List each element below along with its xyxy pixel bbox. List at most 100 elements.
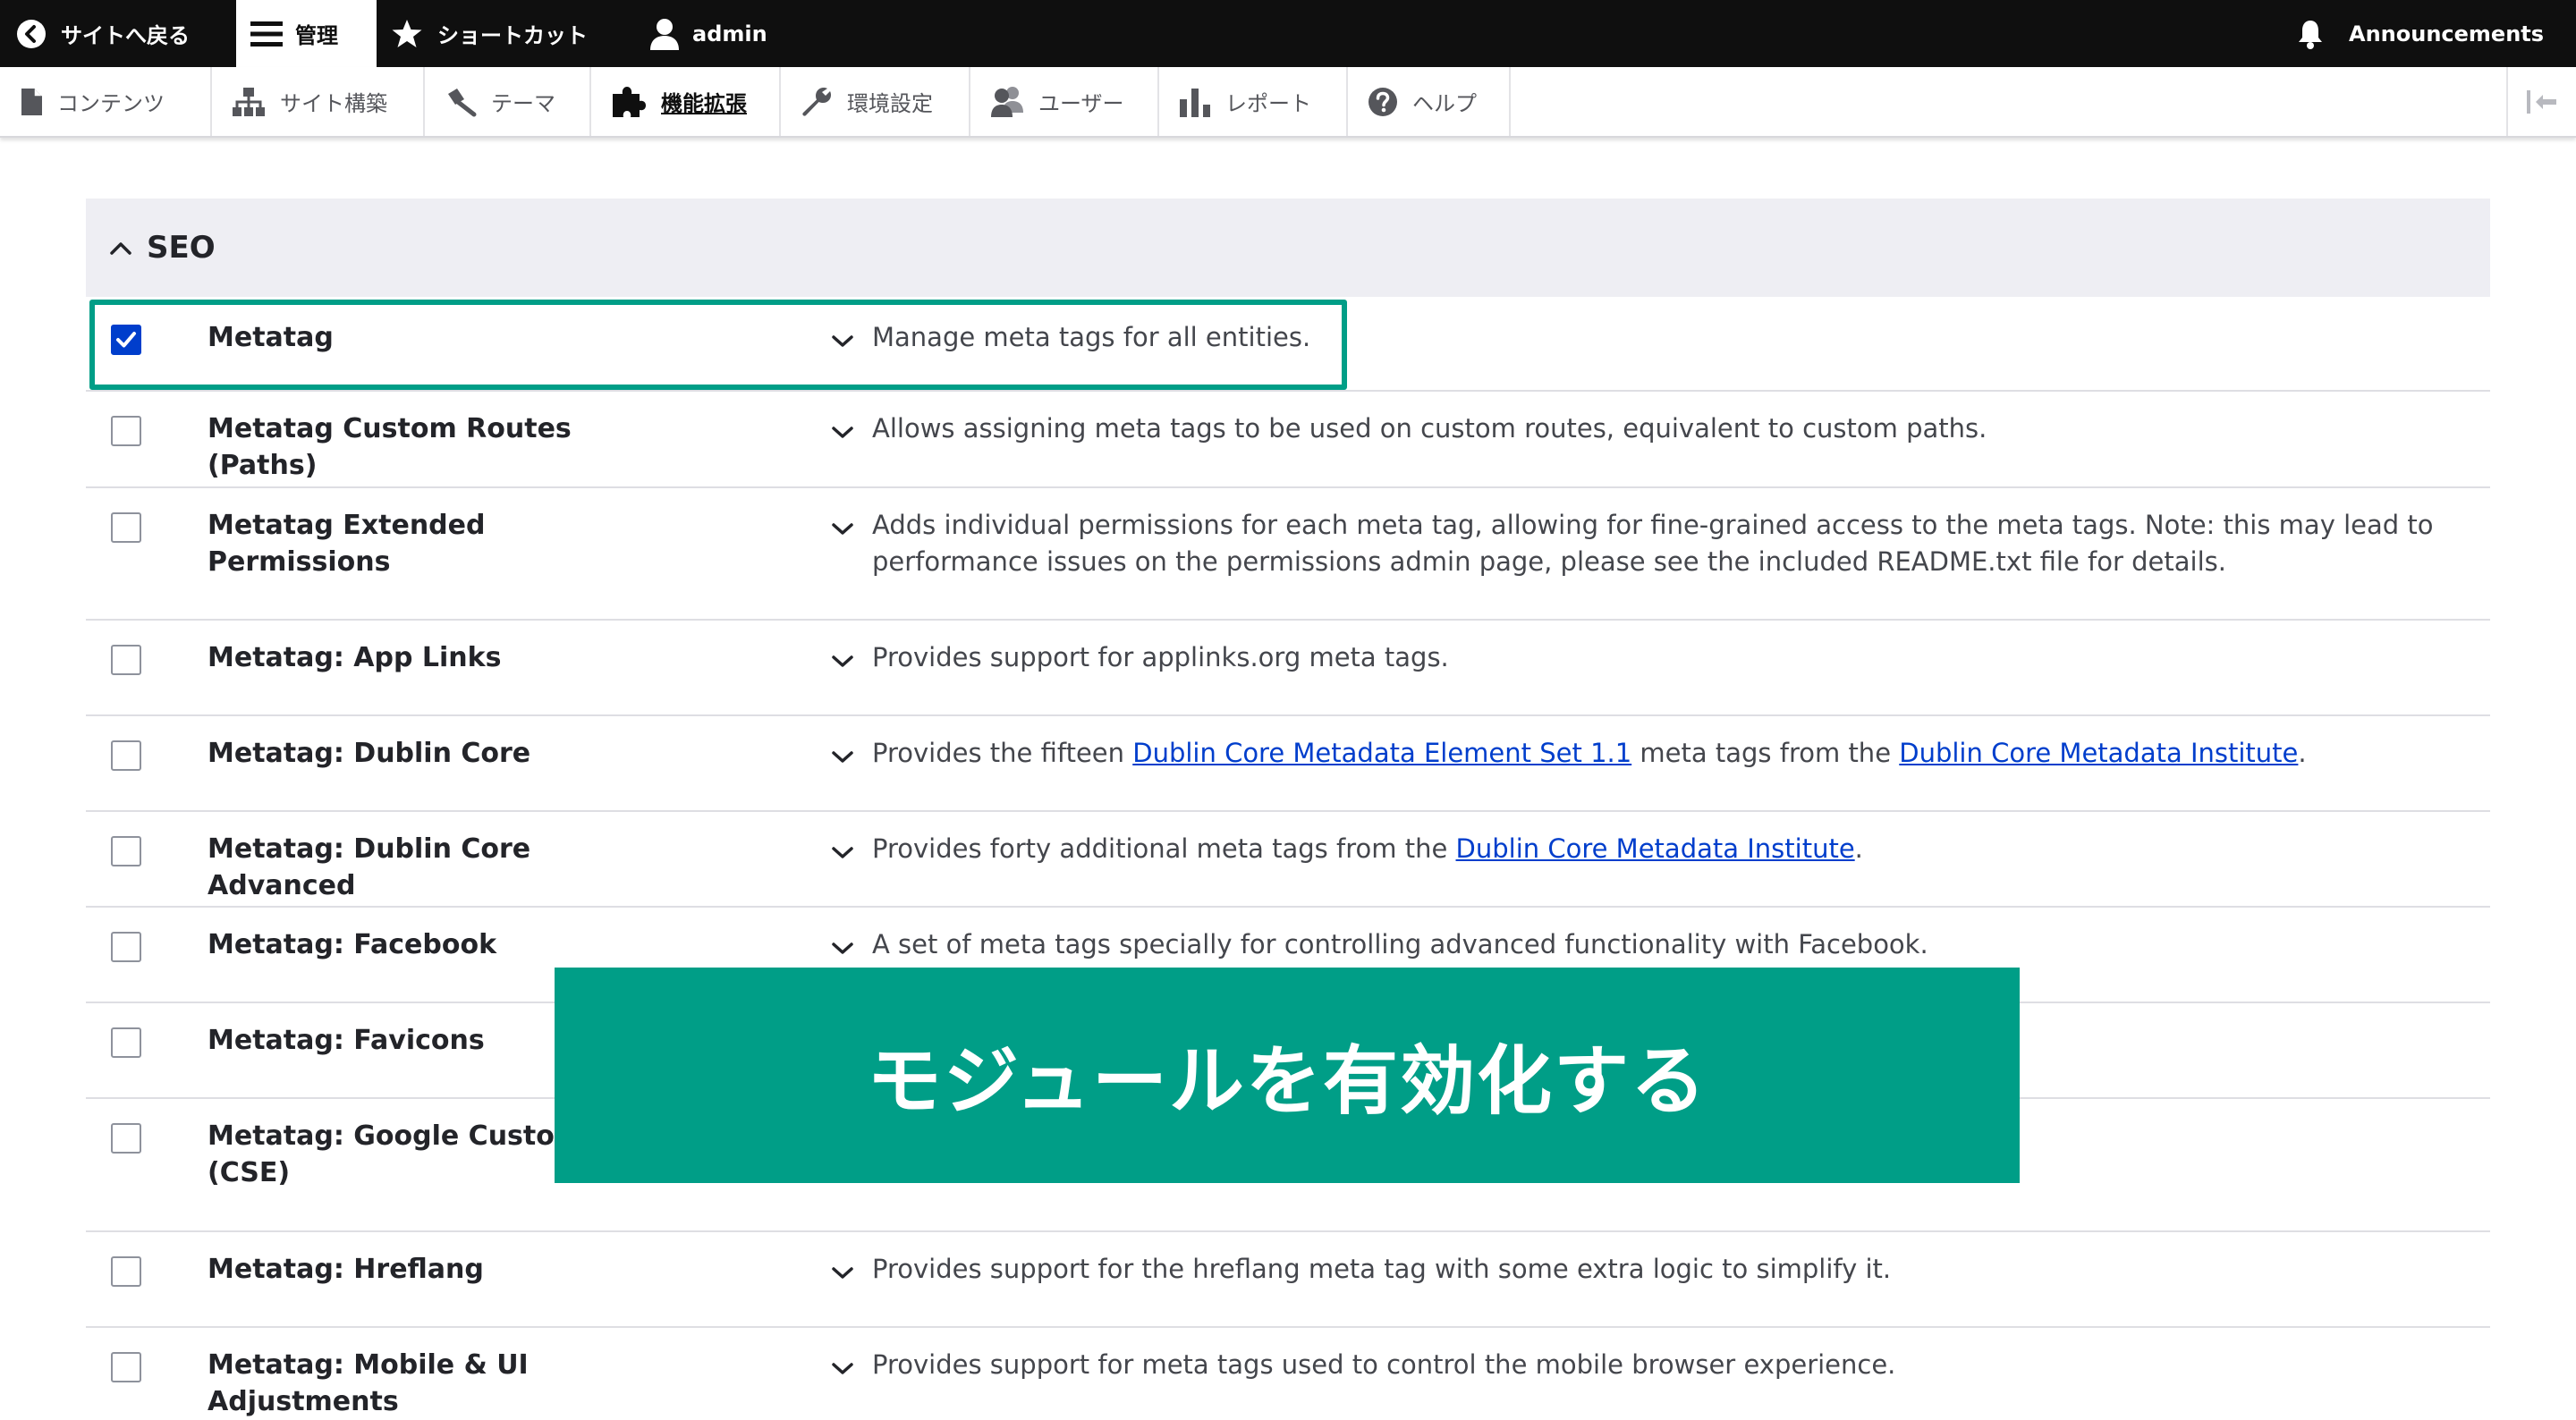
tray-item-appearance[interactable]: テーマ [425,67,591,136]
highlight-frame [89,300,1347,390]
tray-orientation-toggle[interactable] [2506,67,2576,136]
module-name[interactable]: Metatag: Mobile & UI Adjustments [208,1347,583,1420]
module-row: Metatag: App Links Provides support for a… [86,621,2490,716]
file-icon [21,88,42,115]
module-checkbox[interactable] [111,836,141,866]
module-checkbox[interactable] [111,932,141,962]
tray-item-reports[interactable]: レポート [1159,67,1348,136]
description-text: . [1854,833,1863,864]
back-to-site-label: サイトへ戻る [61,23,190,48]
tray-item-label: ユーザー [1038,91,1124,116]
module-description: Provides support for applinks.org meta t… [872,639,2464,676]
chevron-down-icon[interactable] [830,654,855,670]
chevron-down-icon[interactable] [830,1265,855,1281]
tray-item-label: ヘルプ [1412,91,1477,116]
module-checkbox[interactable] [111,1352,141,1382]
module-checkbox[interactable] [111,1027,141,1058]
shortcuts-label: ショートカット [437,23,588,48]
announcements-tab[interactable]: Announcements [2297,0,2565,67]
tray-item-label: コンテンツ [57,91,165,116]
module-row: Metatag: Dublin Core Provides the fifteen… [86,716,2490,812]
tray-item-content[interactable]: コンテンツ [0,67,212,136]
module-name[interactable]: Metatag: Favicons [208,1022,583,1059]
user-label: admin [692,21,767,46]
seo-section-toggle[interactable]: SEO [86,199,2490,297]
user-tab[interactable]: admin [649,0,792,67]
bell-icon [2299,20,2322,49]
module-description: Allows assigning meta tags to be used on… [872,410,2464,447]
hamburger-icon [250,21,283,46]
description-text: Provides support for applinks.org meta t… [872,642,1449,672]
module-name[interactable]: Metatag: App Links [208,639,583,676]
tray-item-people[interactable]: ユーザー [970,67,1159,136]
admin-tray: コンテンツ サイト構築 テーマ 機能拡張 環境設定 ユーザー レポート ヘルプ [0,67,2576,138]
sidebar-toggle-icon [2527,89,2556,114]
module-row: Metatag Extended Permissions Adds individ… [86,488,2490,621]
module-description: Provides support for the hreflang meta t… [872,1251,2464,1288]
description-text: Provides support for meta tags used to c… [872,1349,1896,1380]
chevron-down-icon[interactable] [830,425,855,441]
module-row: Metatag: Hreflang Provides support for th… [86,1232,2490,1328]
module-name[interactable]: Metatag: Hreflang [208,1251,583,1288]
module-name[interactable]: Metatag: Facebook [208,926,583,963]
tray-item-label: 機能拡張 [661,91,747,116]
tray-item-structure[interactable]: サイト構築 [212,67,425,136]
module-checkbox[interactable] [111,512,141,543]
tray-item-help[interactable]: ヘルプ [1348,67,1511,136]
shortcuts-tab[interactable]: ショートカット [391,0,614,67]
module-name[interactable]: Metatag: Dublin Core Advanced [208,831,583,904]
tray-item-label: レポート [1225,91,1311,116]
section-title: SEO [147,230,216,266]
tray-item-extend[interactable]: 機能拡張 [591,67,781,136]
description-link[interactable]: Dublin Core Metadata Institute [1899,738,2298,768]
tray-item-config[interactable]: 環境設定 [781,67,970,136]
module-description: Adds individual permissions for each met… [872,507,2464,580]
star-icon [392,19,422,47]
manage-tab[interactable]: 管理 [236,0,377,67]
help-icon [1368,87,1397,116]
description-text: meta tags from the [1631,738,1900,768]
announcements-label: Announcements [2349,21,2545,46]
people-icon [991,86,1023,117]
bar-chart-icon [1180,88,1210,117]
description-text: Allows assigning meta tags to be used on… [872,413,1987,444]
chevron-down-icon[interactable] [830,1361,855,1377]
admin-toolbar: サイトへ戻る 管理 ショートカット admin Announcements [0,0,2576,67]
chevron-down-icon[interactable] [830,845,855,861]
description-link[interactable]: Dublin Core Metadata Institute [1456,833,1855,864]
module-row: Metatag: Mobile & UI Adjustments Provides… [86,1328,2490,1417]
module-name[interactable]: Metatag Extended Permissions [208,507,583,580]
user-icon [650,18,679,50]
paintbrush-icon [448,88,477,116]
description-text: A set of meta tags specially for control… [872,929,1928,959]
tray-item-label: テーマ [491,91,555,116]
chevron-left-circle-icon [17,19,46,48]
chevron-down-icon[interactable] [830,749,855,765]
module-description: Provides support for meta tags used to c… [872,1347,2464,1383]
description-text: Provides forty additional meta tags from… [872,833,1456,864]
module-row: Metatag Custom Routes (Paths) Allows assi… [86,392,2490,488]
description-text: . [2298,738,2307,768]
module-description: A set of meta tags specially for control… [872,926,2464,963]
module-name[interactable]: Metatag: Dublin Core [208,735,583,772]
chevron-down-icon[interactable] [830,521,855,537]
module-checkbox[interactable] [111,645,141,675]
module-checkbox[interactable] [111,740,141,771]
module-checkbox[interactable] [111,1256,141,1287]
manage-label: 管理 [295,23,338,48]
description-text: Provides support for the hreflang meta t… [872,1254,1892,1284]
module-description: Provides the fifteen Dublin Core Metadat… [872,735,2464,772]
puzzle-icon [613,86,646,117]
module-name[interactable]: Metatag: Google Custom (CSE) [208,1118,583,1191]
module-checkbox[interactable] [111,416,141,446]
back-to-site-link[interactable]: サイトへ戻る [16,0,218,67]
module-name[interactable]: Metatag Custom Routes (Paths) [208,410,583,484]
tray-item-label: サイト構築 [280,91,387,116]
chevron-down-icon[interactable] [830,941,855,957]
wrench-icon [802,87,832,116]
description-text: Adds individual permissions for each met… [872,510,2434,577]
caption-banner: モジュールを有効化する [555,968,2020,1183]
description-link[interactable]: Dublin Core Metadata Element Set 1.1 [1132,738,1631,768]
module-checkbox[interactable] [111,1123,141,1154]
chevron-up-icon [110,242,131,255]
